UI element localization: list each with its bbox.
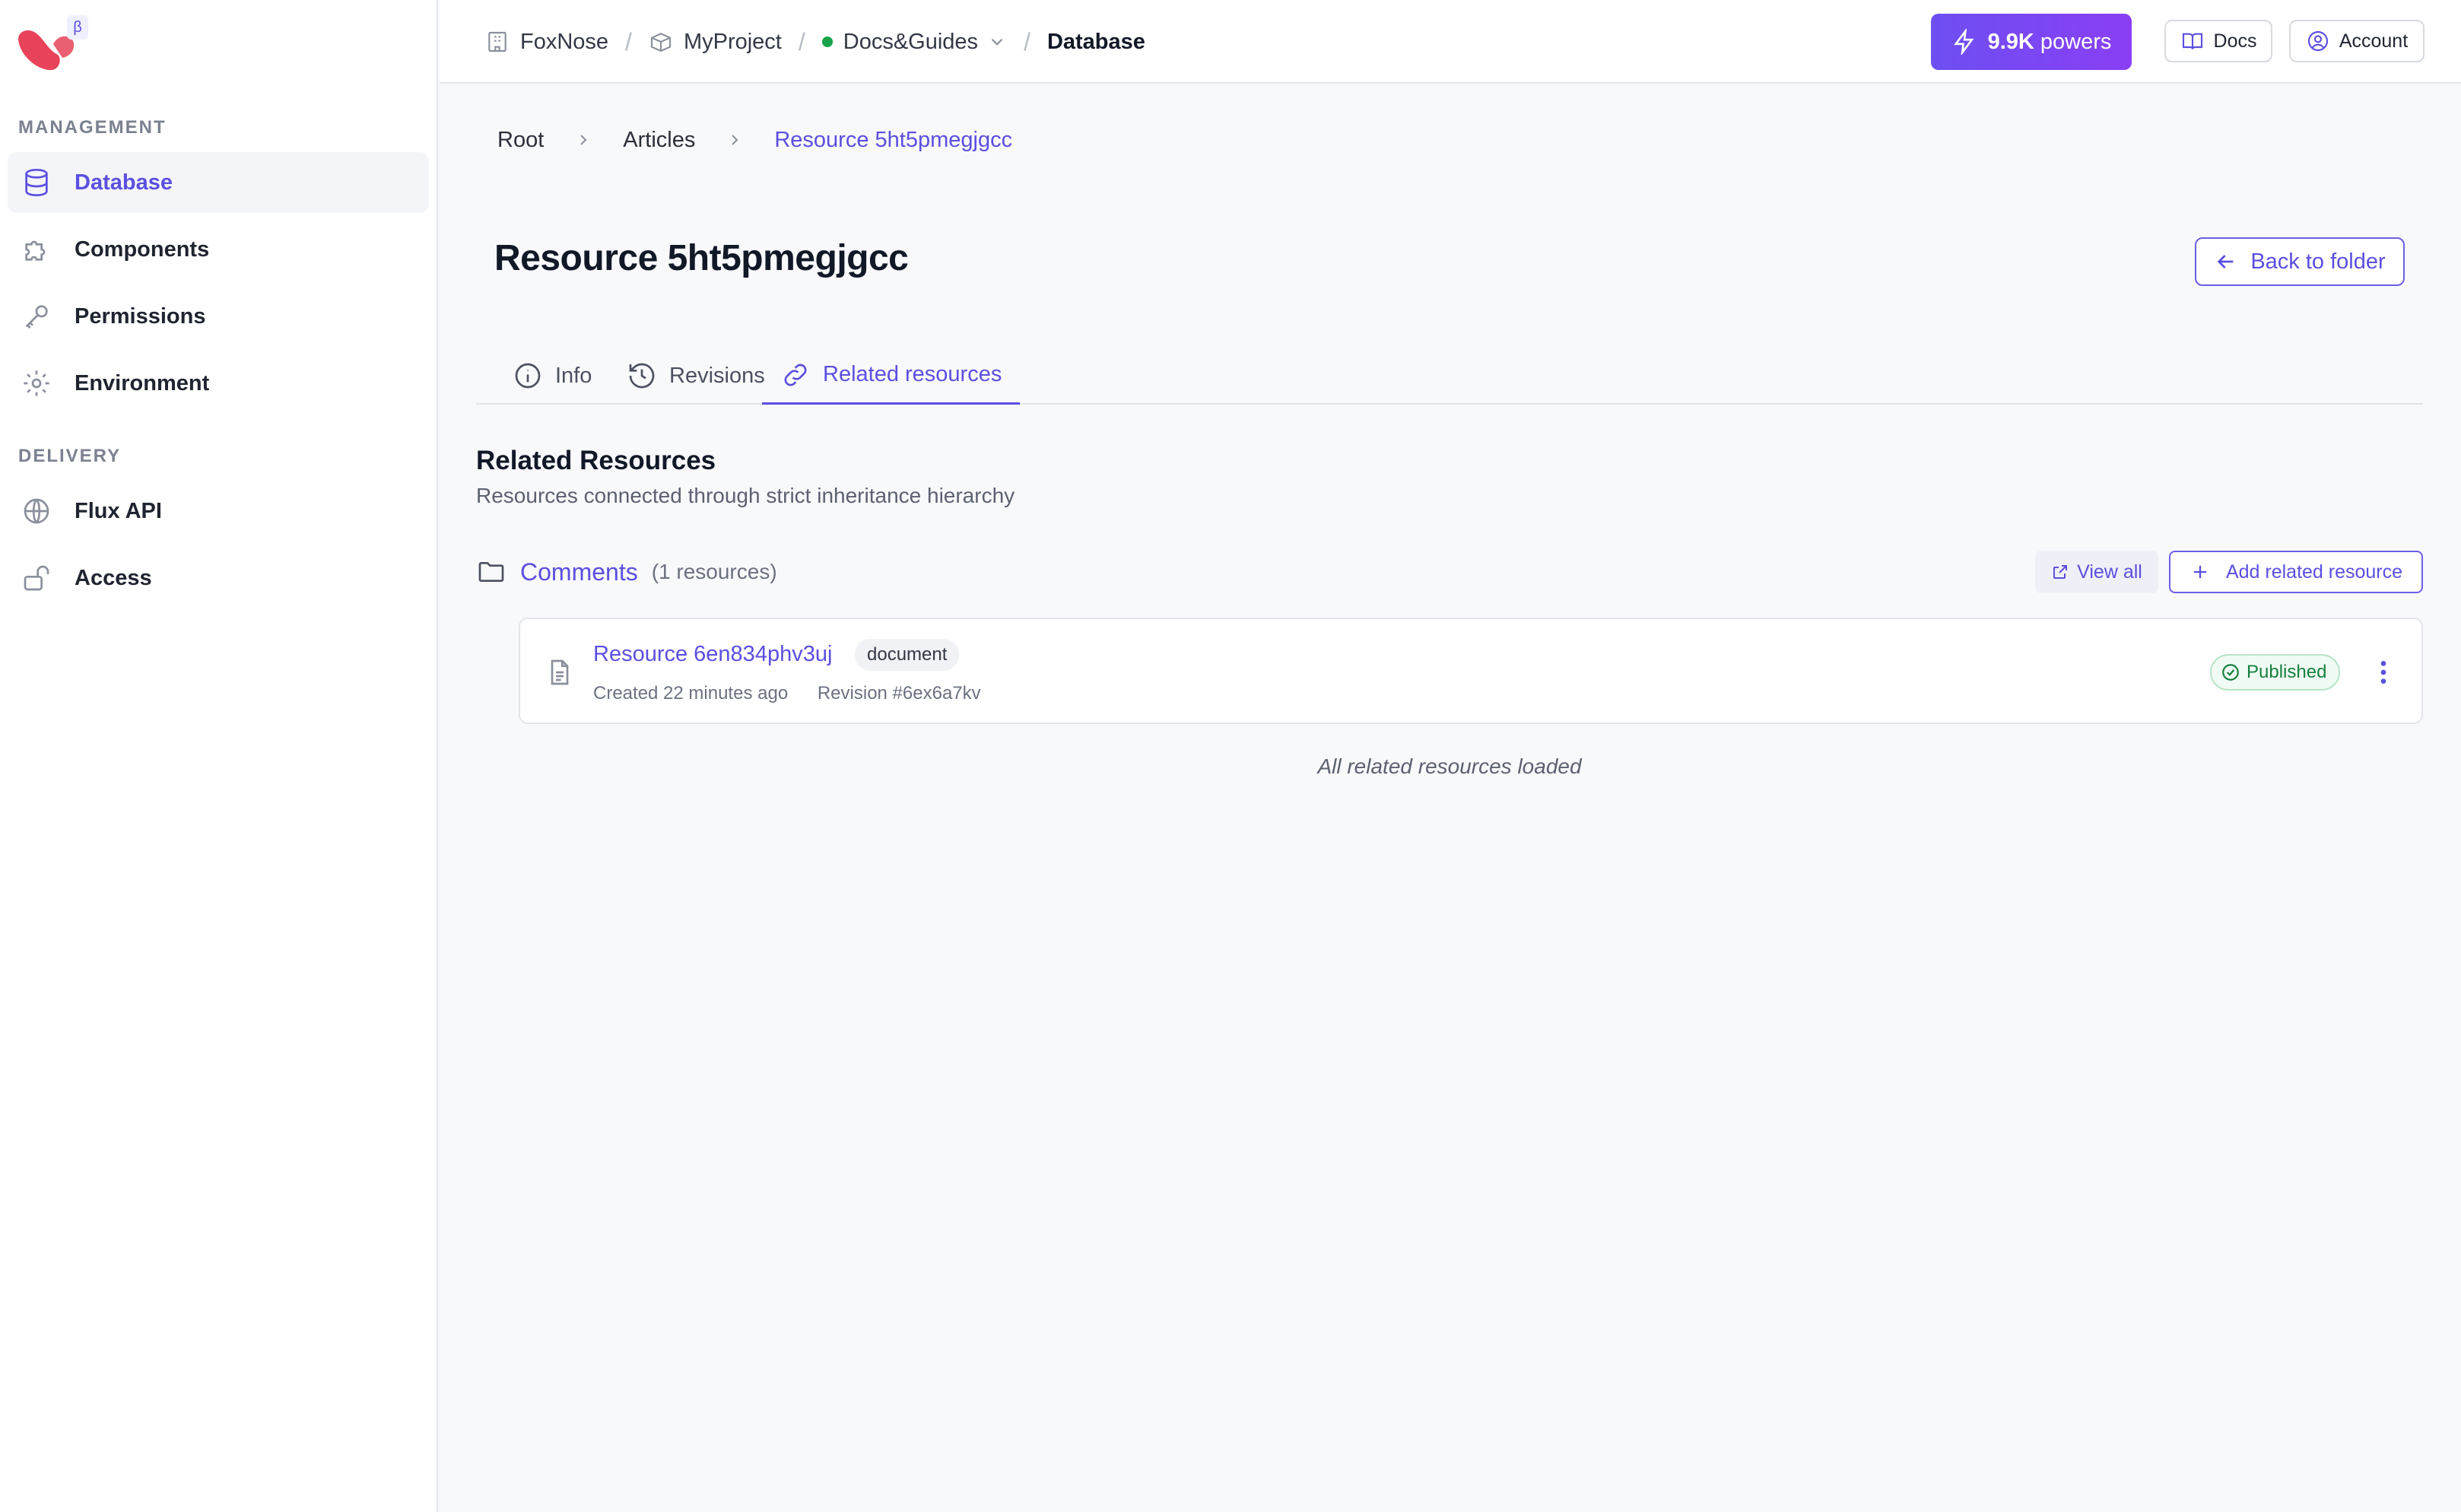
docs-button[interactable]: Docs [2164, 20, 2272, 62]
beta-badge: β [67, 15, 88, 40]
breadcrumb-separator: / [625, 27, 632, 56]
sidebar-item-environment[interactable]: Environment [8, 353, 429, 414]
breadcrumb-current: Resource 5ht5pmegjgcc [774, 127, 1013, 152]
database-icon [25, 169, 48, 197]
info-icon [515, 363, 541, 389]
building-icon [488, 31, 506, 52]
external-link-icon [2053, 565, 2068, 579]
check-circle-icon [2222, 664, 2239, 681]
sidebar-item-database[interactable]: Database [8, 152, 429, 213]
tab-label: Related resources [823, 362, 1002, 386]
breadcrumb-label: MyProject [683, 29, 782, 54]
tab-label: Info [555, 363, 592, 388]
breadcrumb-label: FoxNose [520, 29, 609, 54]
sidebar-item-permissions[interactable]: Permissions [8, 286, 429, 347]
chevron-right-icon [580, 135, 587, 145]
add-related-resource-button[interactable]: Add related resource [2169, 551, 2423, 593]
sidebar-item-label: Environment [75, 370, 210, 395]
powers-value: 9.9K [1987, 29, 2034, 54]
breadcrumb-current: Database [1047, 30, 1145, 55]
sidebar-item-components[interactable]: Components [8, 219, 429, 280]
section-label-delivery: DELIVERY [18, 446, 122, 466]
more-vertical-icon[interactable] [2368, 657, 2399, 688]
resource-created: Created 22 minutes ago [593, 683, 789, 704]
breadcrumb-separator: / [798, 27, 805, 56]
breadcrumb-label: Docs&Guides [843, 29, 979, 54]
tab-label: Revisions [669, 363, 765, 388]
back-to-folder-button[interactable]: Back to folder [2195, 237, 2405, 286]
status-badge: Published [2210, 654, 2341, 691]
all-loaded-note: All related resources loaded [1317, 754, 1582, 778]
breadcrumb-environment-select[interactable]: Docs&Guides [821, 29, 1007, 55]
plus-icon [2193, 565, 2207, 579]
sidebar-item-label: Permissions [75, 303, 206, 329]
group-name-link[interactable]: Comments [520, 558, 638, 586]
sidebar: β MANAGEMENT Database Components Permiss… [0, 0, 438, 1512]
resource-meta: Created 22 minutes ago Revision #6ex6a7k… [593, 683, 981, 704]
powers-label: powers [2040, 29, 2112, 54]
add-related-resource-label: Add related resource [2225, 561, 2403, 583]
sidebar-item-label: Database [75, 170, 173, 195]
tab-revisions[interactable]: Revisions [608, 347, 783, 405]
puzzle-icon [25, 240, 46, 261]
back-to-folder-label: Back to folder [2250, 249, 2386, 274]
breadcrumb-label: Database [1046, 29, 1145, 54]
breadcrumb-project[interactable]: MyProject [649, 30, 782, 55]
gear-icon [24, 370, 49, 396]
tab-related-resources[interactable]: Related resources [762, 347, 1021, 405]
chevron-down-icon [991, 38, 1003, 46]
resource-revision: Revision #6ex6a7kv [817, 683, 981, 704]
related-resource-card: Resource 6en834phv3uj document Created 2… [519, 618, 2423, 724]
resource-name-link[interactable]: Resource 6en834phv3uj [593, 642, 832, 667]
view-all-button[interactable]: View all [2035, 551, 2158, 593]
sidebar-item-label: Components [75, 237, 210, 262]
section-subtitle: Resources connected through strict inher… [476, 484, 1015, 507]
breadcrumb-organization[interactable]: FoxNose [485, 30, 608, 55]
document-icon [551, 659, 569, 685]
account-button[interactable]: Account [2289, 20, 2424, 62]
status-label: Published [2247, 662, 2327, 682]
section-label-management: MANAGEMENT [18, 117, 167, 138]
view-all-label: View all [2077, 561, 2142, 583]
sidebar-item-label: Access [75, 565, 152, 590]
docs-label: Docs [2213, 30, 2257, 52]
sidebar-item-access[interactable]: Access [8, 548, 429, 608]
user-circle-icon [2307, 30, 2328, 52]
status-dot [821, 37, 833, 47]
tab-bar: Info Revisions Related resources [476, 347, 2423, 405]
sidebar-item-label: Flux API [75, 498, 162, 523]
history-icon [629, 363, 655, 389]
page-title: Resource 5ht5pmegjgcc [494, 238, 909, 278]
breadcrumb: Root Articles Resource 5ht5pmegjgcc [497, 122, 1012, 158]
tab-info[interactable]: Info [494, 347, 610, 405]
resource-type-tag: document [855, 639, 960, 671]
breadcrumb-articles[interactable]: Articles [623, 128, 695, 153]
unlock-icon [24, 565, 49, 591]
chevron-right-icon [732, 135, 738, 145]
group-count: (1 resources) [651, 560, 777, 583]
top-breadcrumb: FoxNose / MyProject / Docs&Guides / Data… [485, 0, 1145, 84]
key-icon [25, 305, 48, 329]
top-bar: FoxNose / MyProject / Docs&Guides / Data… [440, 0, 2461, 84]
link-icon [784, 364, 807, 386]
globe-icon [24, 498, 49, 524]
folder-icon [478, 562, 504, 582]
box-icon [650, 33, 672, 52]
powers-button[interactable]: 9.9K powers [1931, 14, 2132, 70]
breadcrumb-separator: / [1024, 27, 1030, 56]
book-icon [2182, 33, 2202, 49]
section-title: Related Resources [476, 446, 716, 475]
lightning-icon [1953, 29, 1974, 55]
sidebar-item-flux-api[interactable]: Flux API [8, 481, 429, 542]
account-label: Account [2339, 30, 2409, 52]
breadcrumb-root[interactable]: Root [497, 128, 544, 153]
arrow-left-icon [2218, 255, 2234, 268]
